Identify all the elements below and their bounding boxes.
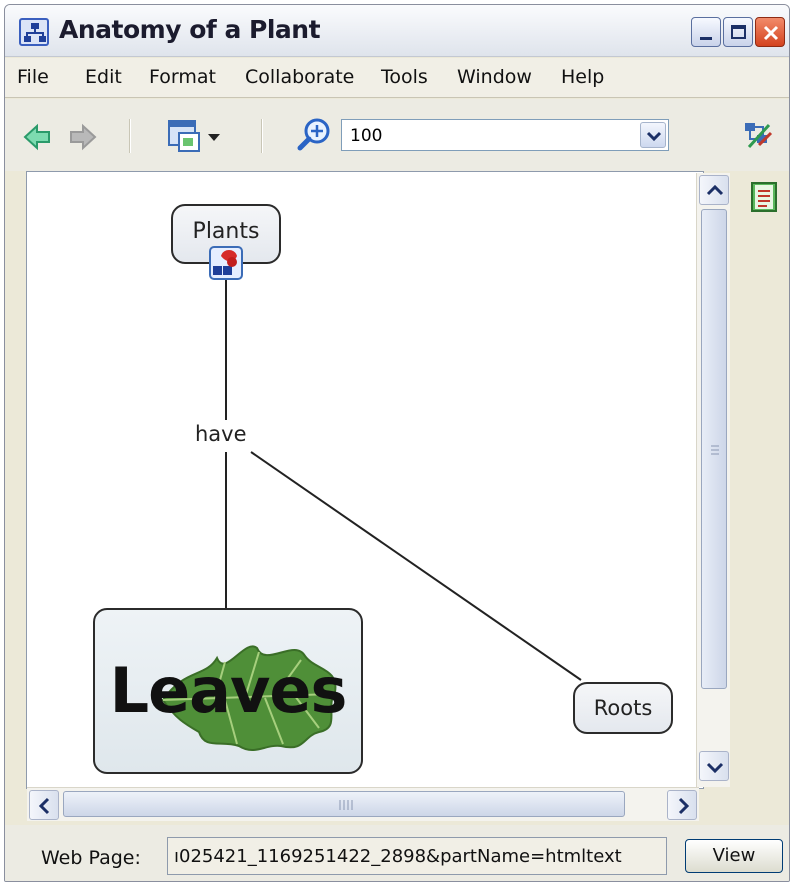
scroll-up-button[interactable] [699, 175, 729, 205]
menu-edit[interactable]: Edit [85, 66, 122, 88]
forward-arrow-icon[interactable] [69, 123, 97, 151]
window-title: Anatomy of a Plant [59, 15, 321, 44]
web-page-url: ı025421_1169251422_2898&partName=htmltex… [174, 846, 622, 867]
concept-map-canvas[interactable]: Plants have Leaves Roots [26, 171, 704, 789]
vertical-scrollbar[interactable] [696, 173, 730, 787]
concept-map-app-icon[interactable] [19, 18, 49, 46]
zoom-dropdown-button[interactable] [640, 122, 666, 148]
horizontal-scroll-thumb[interactable] [63, 791, 625, 817]
chevron-down-icon [646, 131, 662, 142]
title-bar[interactable]: Anatomy of a Plant [5, 5, 789, 57]
collaboration-icon[interactable] [741, 119, 775, 151]
chevron-right-icon [678, 797, 690, 815]
concept-node-leaves[interactable]: Leaves [93, 608, 363, 774]
minimize-button[interactable] [691, 17, 721, 47]
chevron-down-icon [706, 762, 724, 774]
menu-help[interactable]: Help [561, 66, 604, 88]
link-phrase-have[interactable]: have [195, 422, 247, 446]
chevron-left-icon [38, 797, 50, 815]
menu-collaborate[interactable]: Collaborate [245, 66, 354, 88]
menu-tools[interactable]: Tools [381, 66, 428, 88]
concept-label-leaves: Leaves [109, 654, 348, 727]
view-button[interactable]: View [685, 839, 783, 873]
zoom-combo[interactable]: 100 [341, 119, 669, 151]
web-page-url-field[interactable]: ı025421_1169251422_2898&partName=htmltex… [167, 837, 667, 875]
scroll-down-button[interactable] [699, 751, 729, 781]
toolbar-separator [129, 119, 131, 153]
back-arrow-icon[interactable] [23, 123, 51, 151]
notes-icon[interactable] [749, 181, 779, 213]
toolbar: 100 [5, 99, 789, 171]
maximize-button[interactable] [723, 17, 753, 47]
menu-bar: File Edit Format Collaborate Tools Windo… [5, 58, 789, 98]
scroll-right-button[interactable] [667, 790, 697, 820]
resource-map-icon[interactable] [209, 246, 243, 280]
toolbar-separator [261, 119, 263, 153]
zoom-icon[interactable] [297, 117, 333, 153]
horizontal-scrollbar[interactable] [27, 787, 699, 821]
zoom-value: 100 [350, 126, 383, 146]
menu-format[interactable]: Format [149, 66, 216, 88]
scroll-left-button[interactable] [29, 790, 59, 820]
concept-label-roots: Roots [593, 696, 653, 720]
app-window: Anatomy of a Plant File Edit Format Coll… [4, 4, 790, 882]
grip-icon [339, 800, 353, 810]
vertical-scroll-thumb[interactable] [701, 209, 727, 689]
chevron-up-icon [706, 184, 724, 196]
close-button[interactable] [755, 17, 785, 47]
concept-node-roots[interactable]: Roots [573, 682, 673, 734]
concept-label-plants: Plants [192, 219, 260, 244]
grip-icon [711, 445, 719, 455]
menu-window[interactable]: Window [457, 66, 532, 88]
chevron-down-icon[interactable] [207, 133, 221, 143]
web-page-bar: Web Page: ı025421_1169251422_2898&partNa… [5, 825, 789, 881]
concept-view-icon[interactable] [167, 119, 203, 155]
menu-file[interactable]: File [17, 66, 49, 88]
web-page-label: Web Page: [41, 847, 141, 869]
